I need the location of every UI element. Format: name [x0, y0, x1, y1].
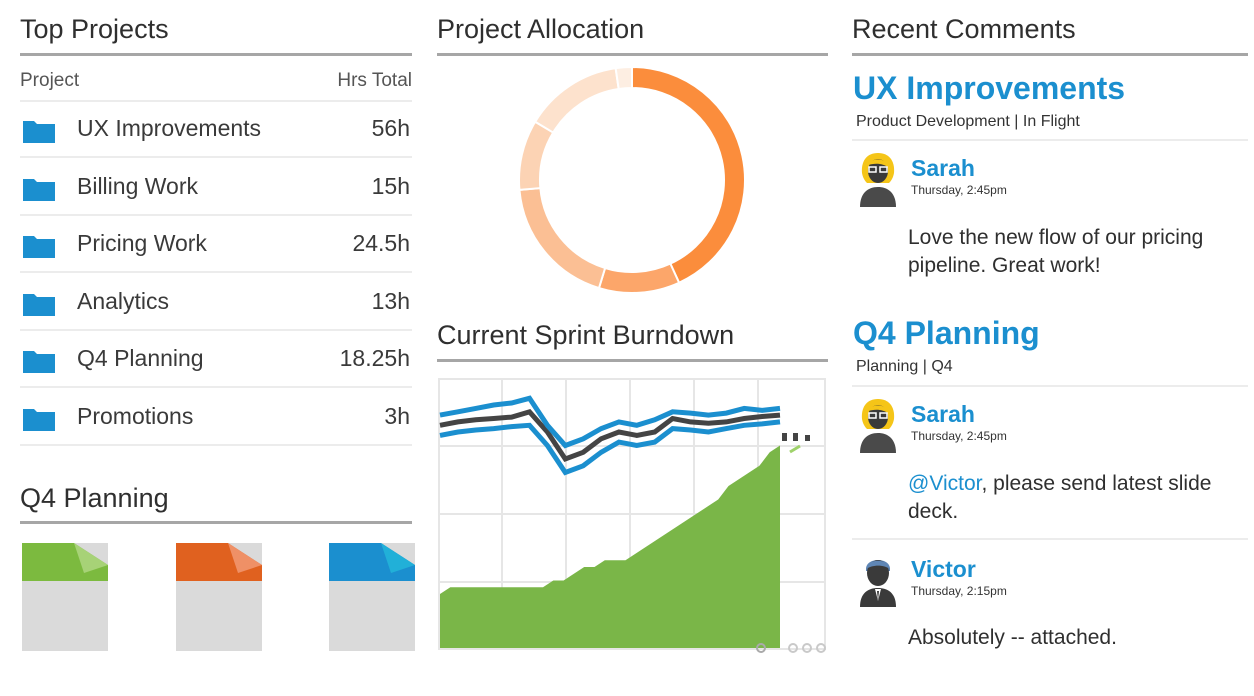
- burndown-bound-line: [439, 419, 781, 476]
- project-name: Analytics: [77, 287, 170, 314]
- donut-slice[interactable]: [614, 66, 633, 91]
- divider: [852, 53, 1248, 56]
- divider: [20, 443, 412, 446]
- folder-icon: [23, 408, 55, 431]
- donut-slice[interactable]: [518, 186, 607, 290]
- divider: [20, 521, 412, 524]
- divider: [437, 53, 828, 56]
- project-column-header: Project: [20, 70, 80, 91]
- hours-column-header: Hrs Total: [337, 70, 412, 91]
- comment-project-meta: Planning | Q4: [856, 358, 953, 375]
- comment-timestamp: Thursday, 2:45pm: [911, 429, 1007, 443]
- comment-author[interactable]: Sarah: [911, 155, 975, 182]
- divider: [20, 53, 412, 56]
- pager-dot[interactable]: [802, 643, 812, 653]
- avatar-male-icon: [860, 560, 896, 607]
- project-hours: 24.5h: [352, 230, 410, 256]
- project-row[interactable]: UX Improvements 56h: [20, 101, 412, 157]
- project-row[interactable]: Analytics 13h: [20, 274, 412, 330]
- q4-planning-title: Q4 Planning: [20, 483, 169, 513]
- user-mention-link[interactable]: @Victor: [908, 472, 981, 495]
- burndown-area-series: [440, 445, 780, 648]
- project-name: UX Improvements: [77, 115, 262, 141]
- document-icon[interactable]: [176, 543, 262, 651]
- avatar-female-icon: [860, 399, 896, 453]
- divider: [852, 139, 1248, 141]
- comment-project-title[interactable]: UX Improvements: [853, 70, 1125, 107]
- donut-slice[interactable]: [518, 120, 555, 191]
- folder-icon: [23, 351, 55, 373]
- project-name: Pricing Work: [77, 230, 207, 256]
- divider: [437, 359, 828, 362]
- avatar-female-icon: [860, 153, 896, 207]
- allocation-donut-chart: [518, 66, 746, 294]
- document-icon[interactable]: [329, 543, 415, 651]
- project-row[interactable]: Promotions 3h: [20, 389, 412, 445]
- project-name: Q4 Planning: [77, 345, 204, 371]
- burndown-title: Current Sprint Burndown: [437, 320, 735, 350]
- folder-icon: [23, 178, 55, 201]
- comment-text: @Victor, please send latest slide deck.: [908, 470, 1228, 526]
- project-hours: 56h: [371, 115, 410, 141]
- project-name: Promotions: [77, 402, 194, 429]
- comment-author[interactable]: Victor: [911, 556, 976, 583]
- folder-icon: [23, 121, 55, 143]
- comment-timestamp: Thursday, 2:15pm: [911, 584, 1007, 598]
- top-projects-title: Top Projects: [20, 14, 169, 44]
- recent-comments-title: Recent Comments: [852, 14, 1076, 44]
- project-row[interactable]: Pricing Work 24.5h: [20, 216, 412, 272]
- project-hours: 18.25h: [339, 345, 410, 371]
- divider: [852, 385, 1248, 387]
- project-name: Billing Work: [77, 172, 198, 199]
- project-hours: 15h: [371, 172, 410, 199]
- folder-icon: [23, 293, 55, 316]
- comment-project-meta: Product Development | In Flight: [856, 113, 1080, 130]
- donut-slice[interactable]: [533, 67, 620, 134]
- project-hours: 3h: [384, 402, 410, 429]
- project-allocation-title: Project Allocation: [437, 14, 645, 44]
- comment-timestamp: Thursday, 2:45pm: [911, 183, 1007, 197]
- pager-dot[interactable]: [816, 643, 826, 653]
- folder-icon: [23, 236, 55, 258]
- comment-text: Love the new flow of our pricing pipelin…: [908, 226, 1204, 277]
- divider: [852, 538, 1248, 540]
- project-row[interactable]: Q4 Planning 18.25h: [20, 331, 412, 387]
- donut-slice[interactable]: [597, 262, 681, 294]
- comment-text: Absolutely -- attached.: [908, 626, 1117, 649]
- burndown-chart: [438, 378, 826, 650]
- burndown-actual-line: [439, 408, 781, 463]
- donut-slice[interactable]: [631, 66, 746, 285]
- document-icon[interactable]: [22, 543, 108, 651]
- pager-dot-active[interactable]: [756, 643, 766, 653]
- pager-dot[interactable]: [788, 643, 798, 653]
- comment-project-title[interactable]: Q4 Planning: [853, 315, 1040, 352]
- project-hours: 13h: [371, 287, 410, 314]
- project-row[interactable]: Billing Work 15h: [20, 159, 412, 215]
- comment-author[interactable]: Sarah: [911, 401, 975, 428]
